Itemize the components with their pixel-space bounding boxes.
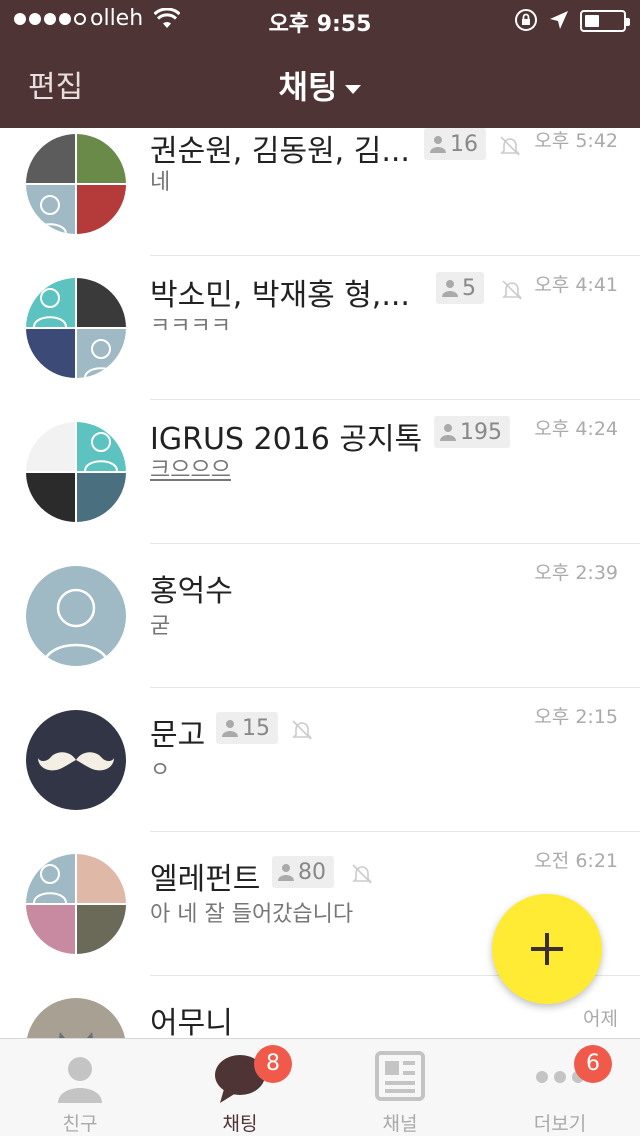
page-title[interactable]: 채팅: [0, 62, 640, 108]
person-icon: [442, 280, 458, 297]
last-message: 아 네 잘 들어갔습니다: [150, 902, 354, 927]
channel-news-icon: [375, 1051, 425, 1101]
photo-avatar: [26, 998, 126, 1038]
chat-name: 문고: [150, 718, 206, 753]
chat-row[interactable]: 문고 15 오후 2:15 ㅇ: [0, 688, 640, 832]
tab-chats[interactable]: 8 채팅: [160, 1039, 320, 1136]
mute-bell-icon: [500, 136, 520, 156]
plus-icon: [531, 933, 563, 965]
battery-icon: [580, 10, 630, 32]
status-time: 오후 9:55: [268, 12, 372, 37]
new-chat-button[interactable]: [492, 894, 602, 1004]
chat-row[interactable]: 홍억수 오후 2:39 굳: [0, 544, 640, 688]
tab-label: 채팅: [222, 1113, 258, 1135]
title-label: 채팅: [278, 68, 338, 106]
person-icon: [222, 720, 238, 737]
member-count-badge: 195: [434, 416, 510, 448]
notification-badge: 6: [574, 1045, 612, 1083]
last-message: 네: [150, 170, 171, 195]
member-count: 16: [450, 131, 478, 157]
mustache-icon: [38, 752, 114, 771]
tab-channel[interactable]: 채널: [320, 1039, 480, 1136]
person-icon: [278, 864, 294, 881]
group-avatar: [26, 422, 126, 522]
member-count-badge: 16: [424, 128, 486, 160]
top-bar: olleh 오후 9:55 편집 채팅: [0, 0, 640, 128]
member-count: 15: [242, 715, 270, 741]
chat-name: 엘레펀트: [150, 862, 261, 897]
chat-time: 오후 2:15: [534, 706, 618, 728]
group-avatar: [26, 854, 126, 954]
tab-friends[interactable]: 친구: [0, 1039, 160, 1136]
tab-bar: 친구 8 채팅 채널 6 더보기: [0, 1038, 640, 1136]
chevron-down-icon: [345, 84, 362, 94]
chat-time: 오후 4:24: [534, 418, 618, 440]
last-message: ㅇ: [150, 758, 171, 783]
person-icon: [430, 136, 446, 153]
member-count: 5: [462, 275, 476, 301]
chat-time: 오전 6:21: [534, 850, 618, 872]
chat-row[interactable]: IGRUS 2016 공지톡 195 오후 4:24 크으으으: [0, 400, 640, 544]
group-avatar: [26, 134, 126, 234]
unread-badge: 8: [254, 1045, 292, 1083]
person-icon: [440, 424, 456, 441]
chat-name: 어무니: [150, 1006, 233, 1038]
chat-time: 오후 2:39: [534, 562, 618, 584]
member-count: 195: [460, 419, 502, 445]
last-message: 굳: [150, 614, 171, 639]
last-message: 크으으으: [150, 458, 231, 483]
tab-label: 더보기: [533, 1113, 587, 1135]
chat-row[interactable]: 박소민, 박재홍 형,... 5 오후 4:41 ㅋㅋㅋㅋ: [0, 256, 640, 400]
tab-label: 채널: [382, 1113, 418, 1135]
tab-more[interactable]: 6 더보기: [480, 1039, 640, 1136]
member-count-badge: 15: [216, 712, 278, 744]
person-icon: [58, 1057, 102, 1103]
chat-time: 오후 5:42: [534, 130, 618, 152]
tab-label: 친구: [62, 1113, 98, 1135]
default-avatar: [26, 566, 126, 666]
location-arrow-icon: [550, 11, 568, 29]
mute-bell-icon: [292, 720, 312, 740]
status-bar: olleh 오후 9:55: [0, 0, 640, 40]
last-message: ㅋㅋㅋㅋ: [150, 314, 231, 339]
group-avatar: [26, 278, 126, 378]
member-count-badge: 80: [272, 856, 334, 888]
mute-bell-icon: [502, 280, 522, 300]
mustache-avatar: [26, 710, 126, 810]
member-count: 80: [298, 859, 326, 885]
chat-time: 어제: [583, 1008, 618, 1030]
chat-row[interactable]: 권순원, 김동원, 김... 16 오후 5:42 네: [0, 128, 640, 256]
mute-bell-icon: [352, 864, 372, 884]
rotation-lock-icon: [515, 9, 537, 31]
chat-name: 권순원, 김동원, 김...: [150, 134, 410, 169]
member-count-badge: 5: [436, 272, 484, 304]
chat-time: 오후 4:41: [534, 274, 618, 296]
chat-name: 홍억수: [150, 574, 233, 609]
